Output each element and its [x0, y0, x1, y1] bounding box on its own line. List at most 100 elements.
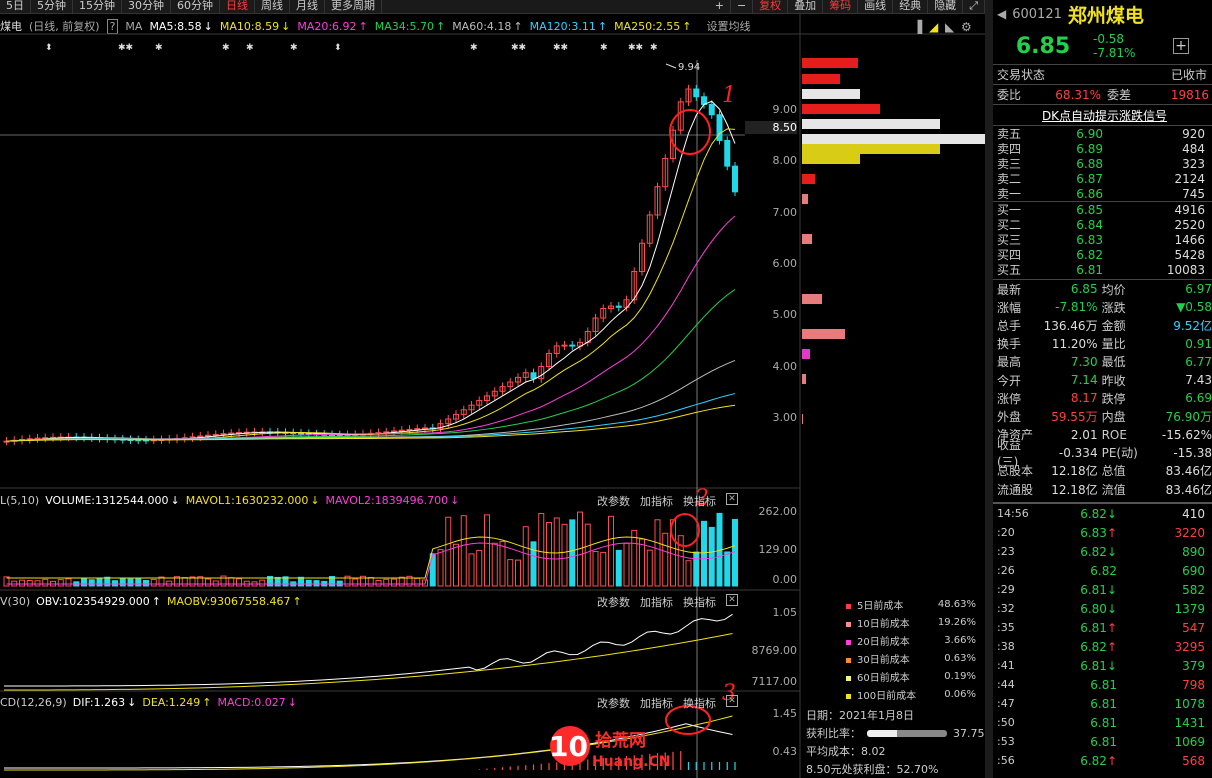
modify-params-button[interactable]: 改参数 [597, 594, 630, 610]
signal-star-icon: ⬍ [334, 43, 342, 53]
indicator-arrow: ↓ [127, 696, 136, 709]
legend-text: 10日前成本 [857, 619, 910, 630]
volume-bar [399, 577, 404, 586]
add-indicator-button[interactable]: 加指标 [640, 493, 673, 509]
add-indicator-button[interactable]: 加指标 [640, 594, 673, 610]
kline-chart[interactable]: ⬍ ✱✱ ✱ ✱ ✱ ✱ ⬍ ✱ ✱✱ ✱✱ ✱ ✱✱ ✱123▐ ◢ ◣ ⚙ [0, 0, 985, 778]
stat-value: 7.30 [1034, 355, 1097, 369]
tick-arrow-icon: ↓ [1107, 583, 1117, 597]
ma-line [7, 101, 736, 441]
chip-distribution-bar [802, 58, 858, 68]
macd-panel-buttons: 改参数 加指标 换指标 ✕ [597, 695, 738, 711]
orderbook-row[interactable]: 买一 6.85 4916 [993, 202, 1212, 217]
tick-row: :50 6.81 1431 [993, 713, 1212, 732]
modify-params-button[interactable]: 改参数 [597, 695, 630, 711]
volume-bar [299, 577, 304, 586]
price-tick: 5.00 [745, 308, 797, 321]
ma-line [7, 360, 736, 441]
tick-arrow-icon: ↓ [1107, 545, 1117, 559]
watermark-cn: 拾荒网 [595, 730, 646, 751]
tick-price: 6.81 [1037, 716, 1117, 730]
tick-volume: 3295 [1117, 640, 1205, 654]
stat-label: 涨停 [997, 390, 1034, 407]
tick-row: 14:56 6.82↓ 410 [993, 504, 1212, 523]
back-icon[interactable]: ◀ [997, 7, 1006, 21]
bid-book: 买一 6.85 4916 买二 6.84 2520 买三 6.83 1466 买四 6.82 5428… [993, 202, 1212, 277]
add-indicator-button[interactable]: 加指标 [640, 695, 673, 711]
candle-body [415, 429, 420, 430]
orderbook-row[interactable]: 卖二 6.87 2124 [993, 171, 1212, 186]
add-watchlist-button[interactable]: + [1173, 38, 1189, 54]
chart-tool-icon[interactable]: ◢ [929, 20, 939, 34]
panel-splitter[interactable] [985, 0, 993, 778]
stat-row: 外盘 59.55万 内盘 76.90万 [993, 407, 1212, 425]
switch-indicator-button[interactable]: 换指标 [683, 493, 716, 509]
tick-time: :23 [997, 545, 1037, 558]
close-icon[interactable]: ✕ [726, 695, 738, 707]
orderbook-row[interactable]: 买三 6.83 1466 [993, 232, 1212, 247]
switch-indicator-button[interactable]: 换指标 [683, 695, 716, 711]
stat-value: -0.334 [1034, 446, 1097, 460]
switch-indicator-button[interactable]: 换指标 [683, 594, 716, 610]
stat-label: 今开 [997, 372, 1034, 389]
volume-bar [663, 533, 668, 586]
chart-tool-icon[interactable]: ◣ [945, 20, 955, 34]
tick-time: :50 [997, 716, 1037, 729]
watermark-logo: 10 拾荒网 Huang.CN [540, 724, 670, 777]
volume-bar [547, 523, 552, 586]
tick-row: :38 6.82↑ 3295 [993, 637, 1212, 656]
orderbook-row[interactable]: 卖四 6.89 484 [993, 141, 1212, 156]
stat-value: 6.85 [1034, 282, 1097, 296]
volume-panel-header: L(5,10) VOLUME:1312544.000 ↓ MAVOL1:163023… [0, 493, 459, 507]
price-tick: 4.00 [745, 360, 797, 373]
close-icon[interactable]: ✕ [726, 594, 738, 606]
volume-bar [120, 578, 125, 586]
tick-price: 6.81↑ [1037, 621, 1117, 635]
volume-bar [585, 524, 590, 586]
stat-value: 11.20% [1034, 337, 1097, 351]
volume-bar [523, 527, 528, 586]
chart-tool-icon[interactable]: ⚙ [961, 20, 972, 34]
close-icon[interactable]: ✕ [726, 493, 738, 505]
weibi-row: 委比 68.31% 委差 19816 [993, 85, 1212, 104]
orderbook-row[interactable]: 买二 6.84 2520 [993, 217, 1212, 232]
volume-bar [136, 578, 141, 586]
tick-price: 6.82↑ [1037, 640, 1117, 654]
orderbook-volume: 10083 [1103, 263, 1205, 277]
price-tick: 8.50 [745, 121, 797, 134]
dk-signal-link[interactable]: DK点自动提示涨跌信号 [1042, 107, 1167, 124]
stat-value: 9.52亿 [1147, 317, 1212, 334]
stat-value: 8.17 [1034, 391, 1097, 405]
orderbook-row[interactable]: 卖五 6.90 920 [993, 126, 1212, 141]
legend-value: 0.19% [944, 671, 976, 682]
orderbook-volume: 1466 [1103, 233, 1205, 247]
chip-distribution-bar [802, 414, 803, 424]
cost-legend-row: 20日前成本 3.66% [846, 631, 976, 649]
stat-row: 流通股 12.18亿 流值 83.46亿 [993, 480, 1212, 498]
candle-body [616, 306, 621, 307]
modify-params-button[interactable]: 改参数 [597, 493, 630, 509]
tick-volume: 690 [1117, 564, 1205, 578]
tick-arrow-icon: ↓ [1107, 602, 1117, 616]
orderbook-volume: 4916 [1103, 203, 1205, 217]
orderbook-row[interactable]: 买四 6.82 5428 [993, 247, 1212, 262]
tick-arrow-icon: ↓ [1107, 659, 1117, 673]
orderbook-row[interactable]: 买五 6.81 10083 [993, 262, 1212, 277]
orderbook-price: 6.86 [1053, 187, 1103, 201]
tick-time: 14:56 [997, 507, 1037, 520]
avg-cost: 平均成本：8.02 [806, 742, 995, 760]
chart-tool-icon[interactable]: ▐ [913, 19, 923, 34]
volume-bar [66, 579, 71, 586]
volume-bar [709, 527, 714, 586]
signal-star-icon: ✱ [246, 43, 254, 53]
stat-value: 6.77 [1147, 355, 1212, 369]
volume-tick: 129.00 [742, 543, 797, 556]
ma-line [7, 129, 736, 441]
signal-star-icon: ✱ [290, 43, 298, 53]
orderbook-row[interactable]: 卖一 6.86 745 [993, 186, 1212, 201]
orderbook-row[interactable]: 卖三 6.88 323 [993, 156, 1212, 171]
volume-bar [27, 580, 32, 586]
tick-time: :20 [997, 526, 1037, 539]
tick-volume: 890 [1117, 545, 1205, 559]
orderbook-price: 6.85 [1053, 203, 1103, 217]
